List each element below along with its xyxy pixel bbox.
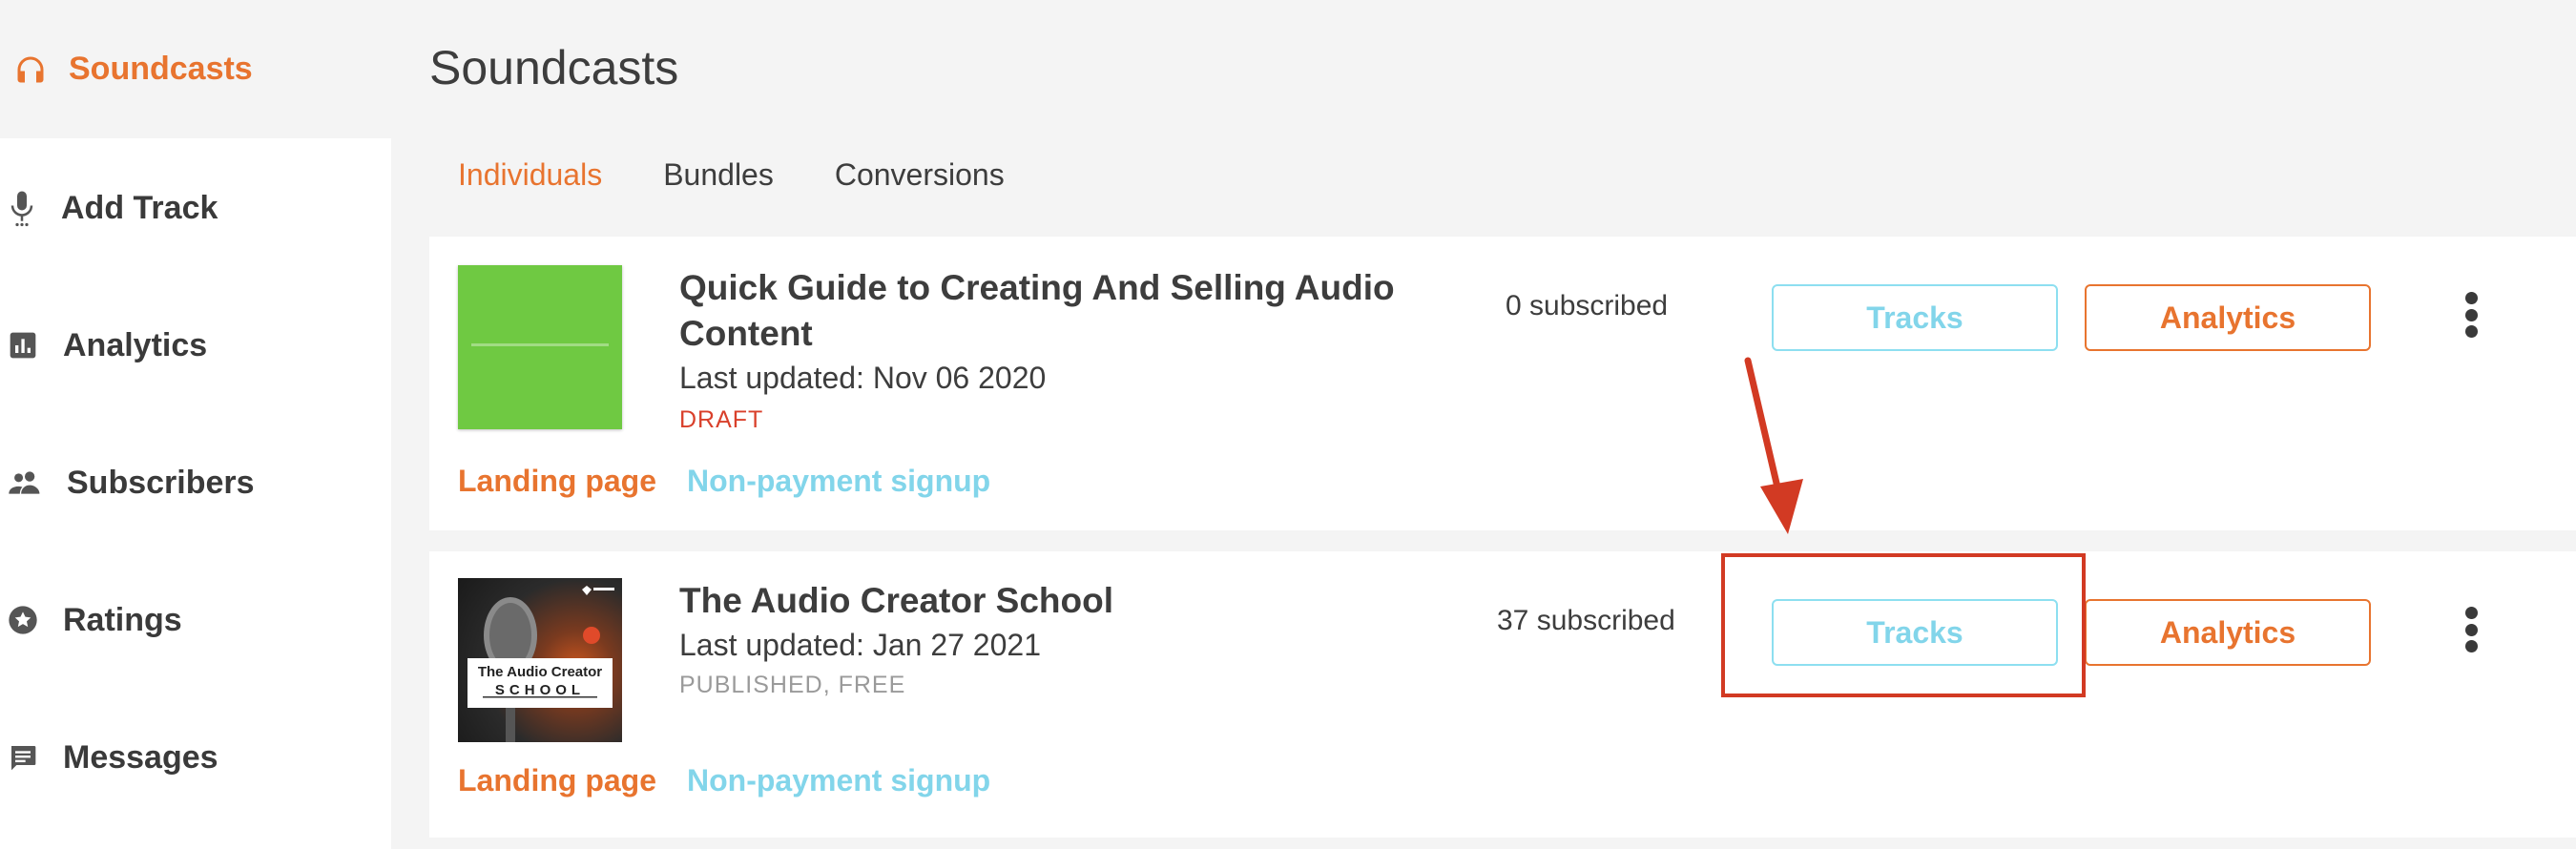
tab-bundles[interactable]: Bundles xyxy=(663,157,774,193)
tab-individuals[interactable]: Individuals xyxy=(458,157,602,193)
subscribed-count: 37 subscribed xyxy=(1497,605,1675,636)
bar-chart-icon xyxy=(10,332,36,359)
analytics-button[interactable]: Analytics xyxy=(2085,284,2371,351)
cover-artwork xyxy=(467,586,614,742)
people-icon xyxy=(9,471,40,494)
subscribed-count: 0 subscribed xyxy=(1506,290,1669,321)
last-updated: Last updated: Nov 06 2020 xyxy=(679,361,1047,395)
sidebar-item-label: Soundcasts xyxy=(69,51,253,87)
soundcast-card: Quick Guide to Creating And Selling Audi… xyxy=(429,237,2576,530)
cover-title-line2: SCHOOL xyxy=(494,682,586,698)
landing-page-link[interactable]: Landing page xyxy=(458,763,656,798)
sidebar-item-label: Subscribers xyxy=(67,464,255,501)
cover-placeholder-text xyxy=(471,343,609,346)
tab-bar: Individuals Bundles Conversions xyxy=(458,157,1066,193)
sidebar-item-messages[interactable]: Messages xyxy=(0,719,391,796)
sidebar-item-add-track[interactable]: Add Track xyxy=(0,170,391,246)
message-icon xyxy=(11,746,36,771)
landing-page-link[interactable]: Landing page xyxy=(458,464,656,499)
cover-title-line1: The Audio Creator xyxy=(477,664,603,680)
soundcast-card: The Audio Creator SCHOOL The Audio Creat… xyxy=(429,551,2576,838)
sidebar-item-soundcasts[interactable]: Soundcasts xyxy=(0,0,391,138)
star-icon xyxy=(9,606,37,634)
annotation-highlight-box xyxy=(1721,553,2086,697)
headphones-icon xyxy=(17,56,44,82)
more-options-icon[interactable] xyxy=(2457,601,2485,658)
status-badge: DRAFT xyxy=(679,406,764,433)
sidebar-item-label: Messages xyxy=(63,738,218,776)
soundcast-title: The Audio Creator School xyxy=(679,581,1113,620)
sidebar-item-label: Add Track xyxy=(61,189,218,226)
soundcast-title: Quick Guide to Creating And Selling Audi… xyxy=(679,268,1395,353)
sidebar-item-label: Analytics xyxy=(63,326,208,363)
microphone-icon xyxy=(10,191,33,227)
non-payment-signup-link[interactable]: Non-payment signup xyxy=(687,464,990,499)
last-updated: Last updated: Jan 27 2021 xyxy=(679,628,1041,662)
soundcast-cover-image[interactable]: The Audio Creator SCHOOL xyxy=(458,578,622,742)
sidebar-item-subscribers[interactable]: Subscribers xyxy=(0,445,391,521)
non-payment-signup-link[interactable]: Non-payment signup xyxy=(687,763,990,798)
sidebar-item-ratings[interactable]: Ratings xyxy=(0,582,391,658)
tracks-button[interactable]: Tracks xyxy=(1772,284,2058,351)
analytics-button[interactable]: Analytics xyxy=(2085,599,2371,666)
card-links: Landing page Non-payment signup xyxy=(458,464,990,499)
more-options-icon[interactable] xyxy=(2457,286,2485,343)
sidebar-menu: Add Track Analytics Subscribers Ratings … xyxy=(0,138,391,849)
sidebar-item-label: Ratings xyxy=(63,601,182,638)
sidebar: Soundcasts Add Track Analytics Subscribe… xyxy=(0,0,391,849)
sidebar-item-analytics[interactable]: Analytics xyxy=(0,307,391,383)
page-title: Soundcasts xyxy=(429,41,679,94)
card-links: Landing page Non-payment signup xyxy=(458,763,990,798)
tab-conversions[interactable]: Conversions xyxy=(835,157,1005,193)
status-badge: PUBLISHED, FREE xyxy=(679,672,906,698)
soundcast-cover-image[interactable] xyxy=(458,265,622,429)
